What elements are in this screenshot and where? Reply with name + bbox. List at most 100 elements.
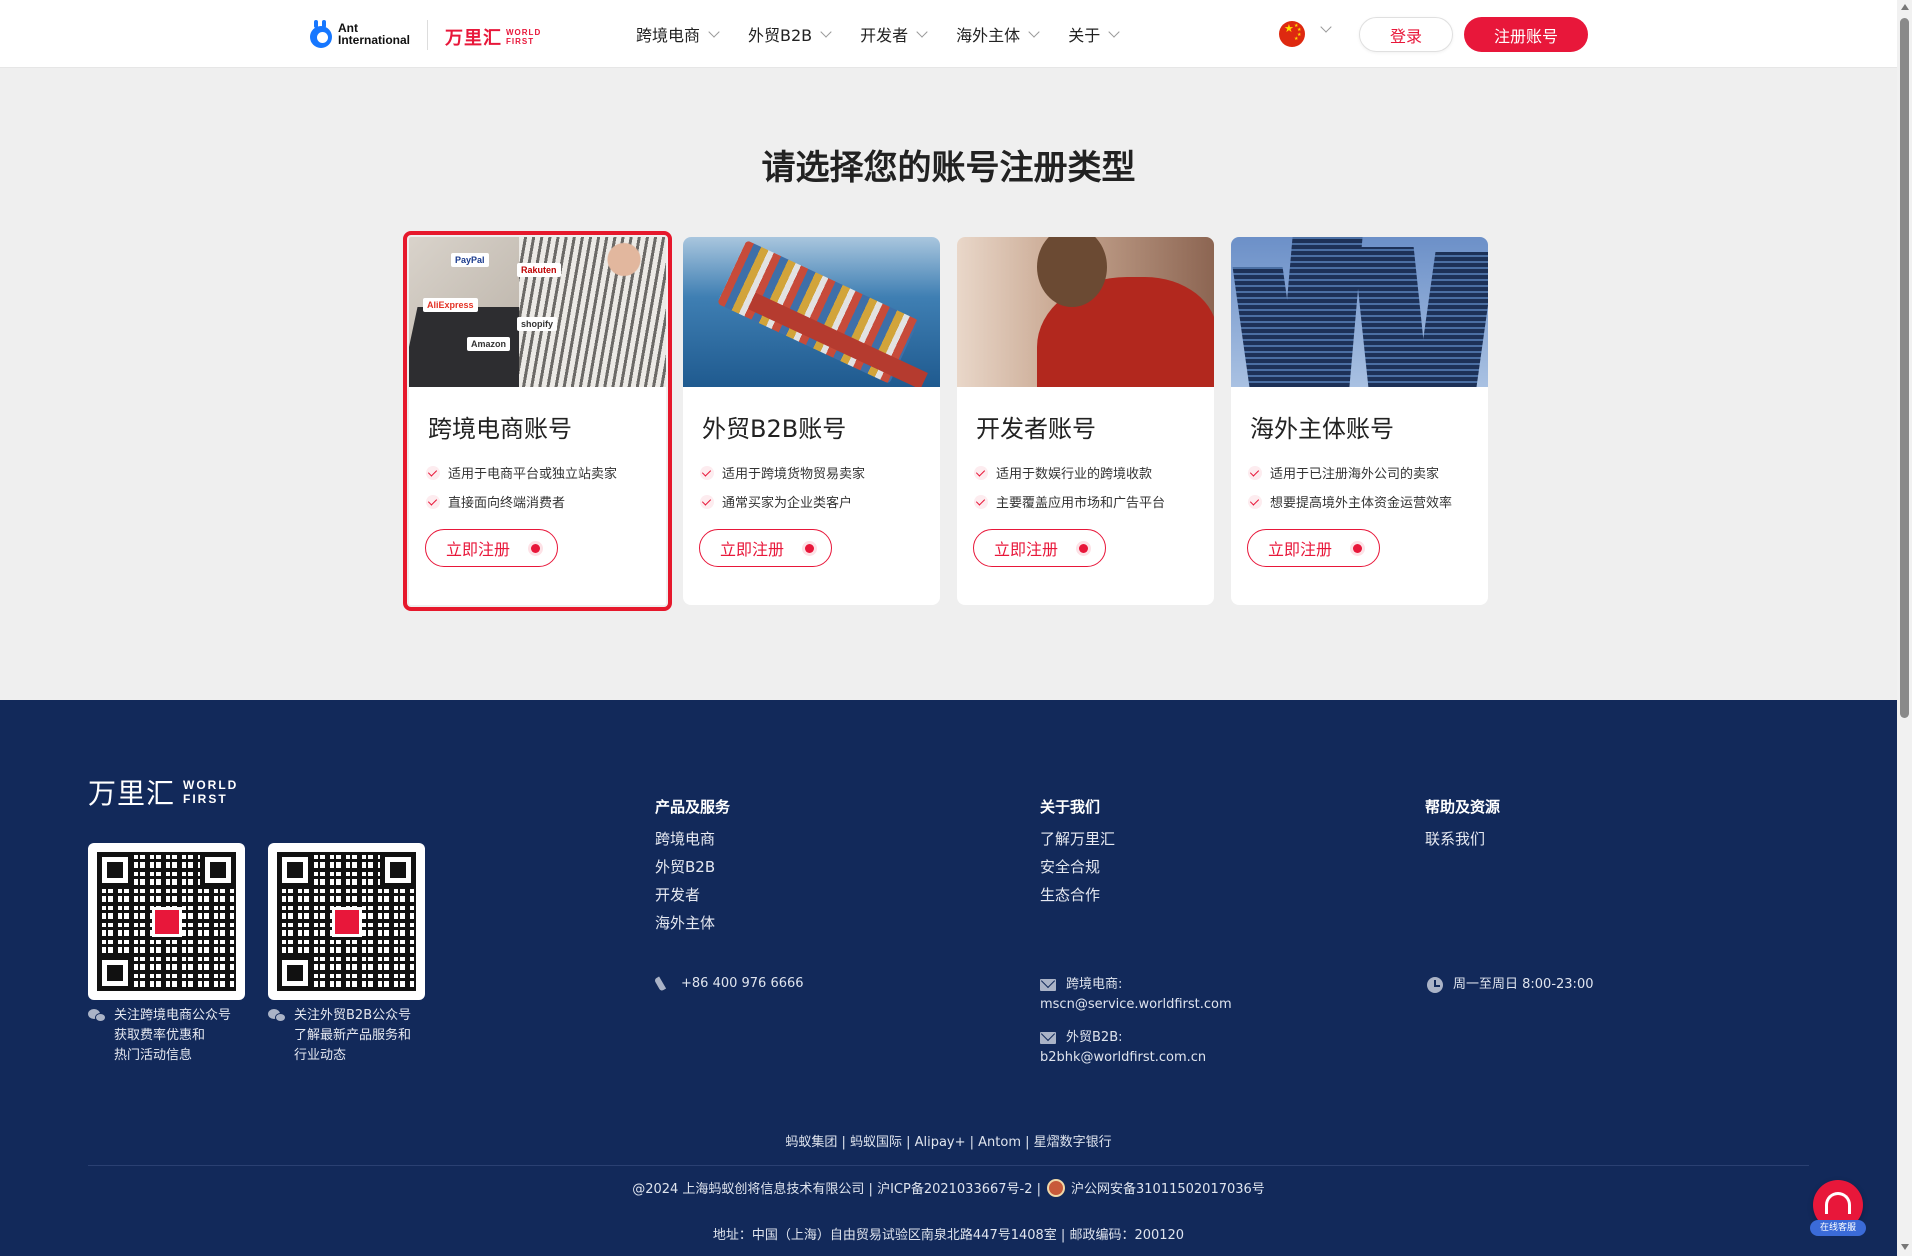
worldfirst-logo-cn: 万里汇 xyxy=(445,28,502,49)
footer-col-help: 帮助及资源 联系我们 xyxy=(1425,796,1500,853)
card-overseas-entity[interactable]: 海外主体账号 适用于已注册海外公司的卖家 想要提高境外主体资金运营效率 立即注册 xyxy=(1231,237,1488,605)
copyright-text: @2024 上海蚂蚁创将信息技术有限公司 | 沪ICP备2021033667号-… xyxy=(632,1182,1041,1197)
chevron-down-icon xyxy=(708,25,720,38)
china-flag-icon[interactable]: ★ ★ ★ ★ ★ xyxy=(1279,21,1305,47)
check-icon xyxy=(426,494,440,509)
card-b2b[interactable]: 外贸B2B账号 适用于跨境货物贸易卖家 通常买家为企业类客户 立即注册 xyxy=(683,237,940,605)
email-link[interactable]: b2bhk@worldfirst.com.cn xyxy=(1040,1048,1206,1068)
company-address: 地址：中国（上海）自由贸易试验区南泉北路447号1408室 | 邮政编码：200… xyxy=(712,1228,1185,1243)
footer-link[interactable]: 安全合规 xyxy=(1040,853,1115,881)
footer-link[interactable]: 跨境电商 xyxy=(655,825,730,853)
feature-item: 通常买家为企业类客户 xyxy=(700,492,852,511)
worldfirst-logo-en2: FIRST xyxy=(506,37,535,46)
ant-international-logo[interactable]: Ant International xyxy=(308,20,410,48)
page-scrollbar[interactable] xyxy=(1897,0,1912,1256)
feature-item: 适用于已注册海外公司的卖家 xyxy=(1248,463,1439,482)
scroll-down-arrow-icon[interactable] xyxy=(1901,1244,1909,1250)
register-now-button[interactable]: 立即注册 xyxy=(1247,529,1380,567)
language-chevron-down-icon[interactable] xyxy=(1320,21,1332,33)
dot-icon xyxy=(531,544,540,553)
group-links[interactable]: 蚂蚁集团 | 蚂蚁国际 | Alipay+ | Antom | 星熠数字银行 xyxy=(0,1131,1897,1150)
check-icon xyxy=(1248,494,1262,509)
register-now-button[interactable]: 立即注册 xyxy=(425,529,558,567)
phone-user-illustration xyxy=(957,237,1214,387)
top-header: Ant International 万里汇 WORLD FIRST 跨境电商 外… xyxy=(0,0,1897,68)
police-badge-icon xyxy=(1047,1178,1065,1197)
scrollbar-thumb[interactable] xyxy=(1900,18,1909,718)
email-link[interactable]: mscn@service.worldfirst.com xyxy=(1040,995,1232,1015)
footer-email-ecommerce: 跨境电商: xyxy=(1040,975,1122,995)
worldfirst-logo-en1: WORLD xyxy=(506,28,542,37)
register-account-button[interactable]: 注册账号 xyxy=(1464,17,1588,52)
headset-icon xyxy=(1825,1192,1851,1214)
check-icon xyxy=(700,494,714,509)
chevron-down-icon xyxy=(1028,25,1040,38)
footer-link[interactable]: 生态合作 xyxy=(1040,881,1115,909)
footer-link[interactable]: 开发者 xyxy=(655,881,730,909)
wechat-icon xyxy=(88,1009,106,1023)
page-title: 请选择您的账号注册类型 xyxy=(761,148,1136,188)
ant-logo-icon xyxy=(308,20,332,48)
feature-item: 主要覆盖应用市场和广告平台 xyxy=(974,492,1165,511)
nav-about[interactable]: 关于 xyxy=(1068,22,1120,46)
check-icon xyxy=(426,465,440,480)
nav-cross-border-ecommerce[interactable]: 跨境电商 xyxy=(636,22,720,46)
footer-link[interactable]: 海外主体 xyxy=(655,909,730,937)
card-developer[interactable]: 开发者账号 适用于数娱行业的跨境收款 主要覆盖应用市场和广告平台 立即注册 xyxy=(957,237,1214,605)
card-title: 外贸B2B账号 xyxy=(702,415,847,443)
nav-b2b[interactable]: 外贸B2B xyxy=(748,22,832,46)
footer-divider xyxy=(88,1165,1809,1166)
qr-caption-ecommerce: 关注跨境电商公众号 获取费率优惠和 热门活动信息 xyxy=(88,1006,231,1066)
nav-developer[interactable]: 开发者 xyxy=(860,22,928,46)
card-cross-border-ecommerce[interactable]: PayPal Rakuten AliExpress shopify Amazon… xyxy=(403,231,672,611)
worldfirst-logo[interactable]: 万里汇 WORLD FIRST xyxy=(445,24,541,50)
scroll-up-arrow-icon[interactable] xyxy=(1901,4,1909,10)
footer-link[interactable]: 了解万里汇 xyxy=(1040,825,1115,853)
footer-col-products: 产品及服务 跨境电商 外贸B2B 开发者 海外主体 xyxy=(655,796,730,937)
wechat-icon xyxy=(268,1009,286,1023)
card-title: 跨境电商账号 xyxy=(428,415,572,443)
qr-code-b2b xyxy=(268,843,425,1000)
footer: 万里汇 WORLD FIRST 关注跨境电商公众号 获取费率优惠和 热门活动信息… xyxy=(0,700,1897,1256)
image-tag: Rakuten xyxy=(517,263,561,277)
clock-icon xyxy=(1427,977,1443,993)
police-record-link[interactable]: 沪公网安备31011502017036号 xyxy=(1071,1178,1265,1197)
dot-icon xyxy=(1079,544,1088,553)
phone-icon xyxy=(657,977,671,991)
qr-code-ecommerce xyxy=(88,843,245,1000)
feature-item: 想要提高境外主体资金运营效率 xyxy=(1248,492,1452,511)
chevron-down-icon xyxy=(1108,25,1120,38)
chevron-down-icon xyxy=(820,25,832,38)
image-tag: shopify xyxy=(517,317,558,331)
footer-link[interactable]: 联系我们 xyxy=(1425,825,1500,853)
check-icon xyxy=(700,465,714,480)
mail-icon xyxy=(1040,979,1056,991)
nav-overseas-entity[interactable]: 海外主体 xyxy=(956,22,1040,46)
online-support-button[interactable]: 在线客服 xyxy=(1810,1180,1866,1236)
check-icon xyxy=(1248,465,1262,480)
footer-phone: +86 400 976 6666 xyxy=(657,974,804,994)
feature-item: 适用于跨境货物贸易卖家 xyxy=(700,463,865,482)
mail-icon xyxy=(1040,1032,1056,1044)
ant-logo-line2: International xyxy=(338,33,411,47)
image-tag: Amazon xyxy=(467,337,511,351)
qr-caption-b2b: 关注外贸B2B公众号 了解最新产品服务和 行业动态 xyxy=(268,1006,411,1066)
footer-col-about: 关于我们 了解万里汇 安全合规 生态合作 xyxy=(1040,796,1115,909)
footer-email-b2b: 外贸B2B: xyxy=(1040,1028,1123,1048)
card-title: 开发者账号 xyxy=(976,415,1096,443)
dot-icon xyxy=(805,544,814,553)
footer-hours: 周一至周日 8:00-23:00 xyxy=(1427,975,1593,995)
dot-icon xyxy=(1353,544,1362,553)
register-now-button[interactable]: 立即注册 xyxy=(699,529,832,567)
login-button[interactable]: 登录 xyxy=(1359,17,1453,52)
copyright-row: @2024 上海蚂蚁创将信息技术有限公司 | 沪ICP备2021033667号-… xyxy=(0,1178,1897,1197)
register-now-button[interactable]: 立即注册 xyxy=(973,529,1106,567)
feature-item: 适用于数娱行业的跨境收款 xyxy=(974,463,1152,482)
image-tag: PayPal xyxy=(451,253,489,267)
image-tag: AliExpress xyxy=(423,298,478,312)
feature-item: 适用于电商平台或独立站卖家 xyxy=(426,463,617,482)
card-title: 海外主体账号 xyxy=(1250,415,1394,443)
check-icon xyxy=(974,465,988,480)
logo-divider xyxy=(427,20,428,50)
footer-link[interactable]: 外贸B2B xyxy=(655,853,730,881)
